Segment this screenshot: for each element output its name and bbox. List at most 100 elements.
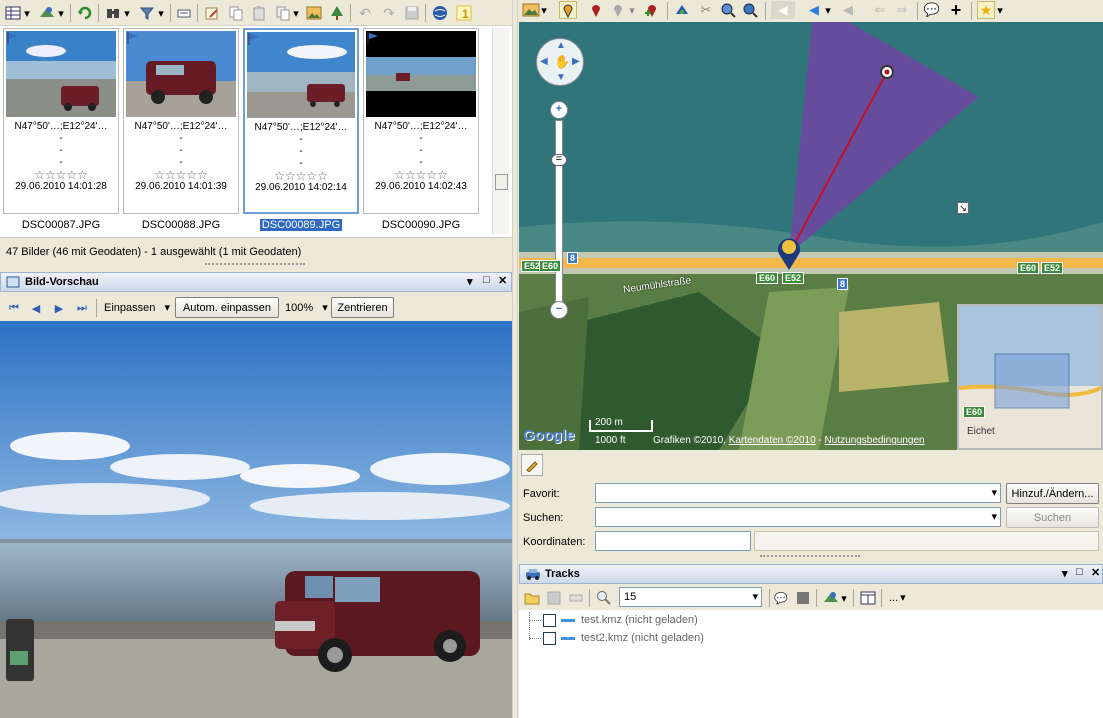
dropdown-arrow-icon[interactable]: ▾: [22, 4, 32, 22]
filter-icon[interactable]: [138, 4, 156, 22]
tree-icon[interactable]: [328, 4, 346, 22]
copy-icon[interactable]: [227, 4, 245, 22]
thumbnail-card[interactable]: N47°50'…;E12°24'… - - - ☆☆☆☆☆ 29.06.2010…: [3, 28, 119, 214]
select-icon[interactable]: [175, 4, 193, 22]
speech-bubble-icon[interactable]: 💬: [923, 1, 941, 19]
gray-marker-icon[interactable]: [609, 1, 627, 19]
thumbnail-scrollbar[interactable]: [492, 28, 509, 234]
redo-icon[interactable]: ↷: [380, 4, 398, 22]
geotag-add-icon[interactable]: [822, 589, 840, 607]
save-icon[interactable]: [545, 589, 563, 607]
search-icon[interactable]: [595, 589, 613, 607]
red-marker-icon[interactable]: [587, 1, 605, 19]
next-image-icon[interactable]: ▶: [50, 299, 68, 317]
track-count-combobox[interactable]: 15 ▾: [619, 587, 762, 607]
track-item[interactable]: test.kmz (nicht geladen): [543, 612, 698, 628]
close-icon[interactable]: ✕: [1091, 566, 1100, 579]
zoom-in-button[interactable]: +: [550, 101, 568, 119]
geotag-add-icon[interactable]: [38, 4, 56, 22]
maximize-icon[interactable]: □: [1076, 566, 1083, 578]
arrow-left-icon[interactable]: ⇐: [871, 1, 889, 19]
coordinates-input[interactable]: [595, 531, 751, 551]
center-button[interactable]: Zentrieren: [331, 297, 394, 318]
chevron-down-icon[interactable]: ▾: [991, 510, 997, 523]
magnifier-globe-icon[interactable]: [719, 1, 737, 19]
chevron-down-icon[interactable]: ▾: [752, 590, 758, 603]
zoom-out-button[interactable]: −: [550, 301, 568, 319]
favorite-combobox[interactable]: ▾: [595, 483, 1001, 503]
pan-up-icon[interactable]: ▲: [556, 40, 566, 51]
terms-link[interactable]: Nutzungsbedingungen: [825, 435, 925, 446]
remove-icon[interactable]: [567, 589, 585, 607]
dropdown-arrow-icon[interactable]: ▾: [627, 1, 637, 19]
stop-icon[interactable]: [794, 589, 812, 607]
favorite-star-icon[interactable]: ★: [977, 1, 995, 19]
map-pan-control[interactable]: ▲ ▼ ◀ ▶ ✋: [536, 38, 584, 86]
direction-left-icon[interactable]: ◀: [771, 1, 795, 19]
speech-bubble-icon[interactable]: 💬: [772, 589, 790, 607]
vertical-splitter[interactable]: [512, 0, 518, 718]
first-image-icon[interactable]: ⏮: [5, 299, 23, 317]
thumbnail-filename[interactable]: DSC00088.JPG: [123, 219, 239, 231]
pan-left-icon[interactable]: ◀: [540, 56, 548, 67]
pan-down-icon[interactable]: ▼: [556, 72, 566, 83]
search-combobox[interactable]: ▾: [595, 507, 1001, 527]
pan-right-icon[interactable]: ▶: [572, 56, 580, 67]
fit-mode-select[interactable]: Einpassen ▾: [104, 301, 170, 314]
save-icon[interactable]: [403, 4, 421, 22]
edit-pencil-button[interactable]: [521, 454, 543, 476]
dropdown-arrow-icon[interactable]: ▾: [156, 4, 166, 22]
arrow-right-icon[interactable]: ⇒: [893, 1, 911, 19]
splitter-handle[interactable]: [205, 263, 305, 267]
dropdown-arrow-icon[interactable]: ▾: [839, 589, 849, 607]
zoom-slider-track[interactable]: [555, 120, 563, 306]
crosshair-icon[interactable]: +: [947, 0, 965, 20]
dropdown-arrow-icon[interactable]: ▾: [539, 1, 549, 19]
hand-icon[interactable]: ✋: [554, 54, 570, 70]
dropdown-arrow-icon[interactable]: ▾: [122, 4, 132, 22]
thumbnail-filename[interactable]: DSC00087.JPG: [3, 219, 119, 231]
paste-special-icon[interactable]: [274, 4, 292, 22]
rating-stars[interactable]: ☆☆☆☆☆: [8, 169, 114, 181]
panel-menu-icon[interactable]: ▾: [467, 275, 473, 288]
map-type-icon[interactable]: [522, 1, 540, 19]
image-icon[interactable]: [305, 4, 323, 22]
zoom-slider-handle[interactable]: =: [551, 154, 567, 166]
previous-image-icon[interactable]: ◀: [27, 299, 45, 317]
refresh-icon[interactable]: [76, 4, 94, 22]
geotag-images-icon[interactable]: [673, 1, 691, 19]
dropdown-arrow-icon[interactable]: ▾: [56, 4, 66, 22]
add-marker-icon[interactable]: [643, 1, 661, 19]
rating-stars[interactable]: ☆☆☆☆☆: [249, 170, 353, 182]
overview-map[interactable]: E60 Eichet: [957, 304, 1103, 450]
track-checkbox[interactable]: [543, 631, 556, 645]
thumbnail-card[interactable]: N47°50'…;E12°24'… - - - ☆☆☆☆☆ 29.06.2010…: [123, 28, 239, 214]
chevron-down-icon[interactable]: ▾: [991, 486, 997, 499]
attribution-map-data-link[interactable]: Kartendaten ©2010: [729, 435, 816, 446]
open-folder-icon[interactable]: [523, 589, 541, 607]
dropdown-arrow-icon[interactable]: ▾: [823, 1, 833, 19]
paste-icon[interactable]: [250, 4, 268, 22]
thumbnail-card-selected[interactable]: N47°50'…;E12°24'… - - - ☆☆☆☆☆ 29.06.2010…: [243, 28, 359, 214]
zoom-globe-icon[interactable]: [741, 1, 759, 19]
tools-icon[interactable]: ✂: [697, 1, 715, 19]
last-image-icon[interactable]: ⏭: [73, 299, 91, 317]
thumbnail-card[interactable]: N47°50'…;E12°24'… - - - ☆☆☆☆☆ 29.06.2010…: [363, 28, 479, 214]
scrollbar-thumb[interactable]: [495, 174, 508, 190]
search-button[interactable]: Suchen: [1006, 507, 1099, 528]
thumbnail-filename[interactable]: DSC00090.JPG: [363, 219, 479, 231]
thumbnail-filename-selected[interactable]: DSC00089.JPG: [243, 219, 359, 231]
columns-icon[interactable]: [859, 589, 877, 607]
edit-icon[interactable]: [203, 4, 221, 22]
direction-blue-icon[interactable]: ◀: [805, 1, 823, 19]
more-options-button[interactable]: ... ▾: [889, 591, 906, 604]
maximize-icon[interactable]: □: [483, 274, 490, 286]
add-change-favorite-button[interactable]: Hinzuf./Ändern...: [1006, 483, 1099, 504]
globe-icon[interactable]: [431, 4, 449, 22]
direction-gray-icon[interactable]: ◀: [839, 1, 857, 19]
info-number-icon[interactable]: 1: [455, 4, 473, 22]
binoculars-icon[interactable]: [104, 4, 122, 22]
dropdown-arrow-icon[interactable]: ▾: [291, 4, 301, 22]
auto-fit-button[interactable]: Autom. einpassen: [175, 297, 279, 318]
track-checkbox[interactable]: [543, 613, 556, 627]
